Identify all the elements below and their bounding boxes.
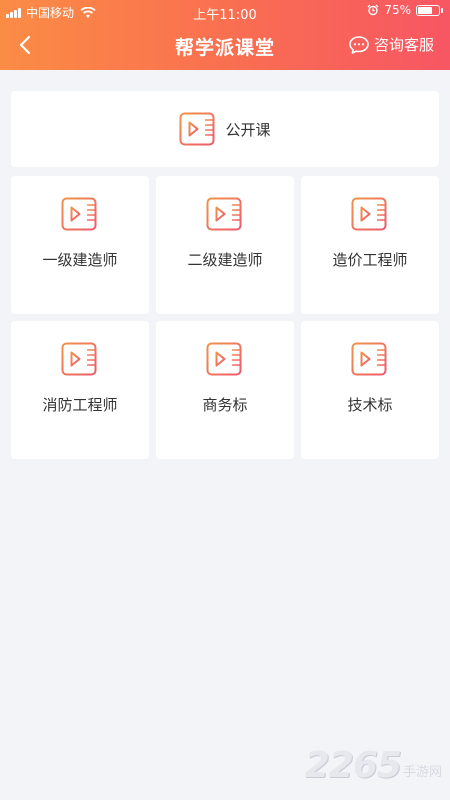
watermark: 2265 手游网 [305,745,442,786]
open-course-card[interactable]: 公开课 [11,91,439,167]
chat-bubble-icon [349,35,369,54]
watermark-number: 2265 [304,745,402,786]
course-card-fire-engineer[interactable]: 消防工程师 [11,321,149,459]
battery-icon [416,4,443,16]
video-play-icon [351,342,387,376]
course-label: 一级建造师 [42,251,118,269]
status-bar: 中国移动 上午11:00 75% [0,0,450,23]
course-label: 消防工程师 [42,396,118,414]
video-play-icon [351,197,387,231]
nav-bar: 帮学派课堂 咨询客服 [0,22,450,68]
video-play-icon [61,342,97,376]
course-card-level1-constructor[interactable]: 一级建造师 [11,176,149,314]
course-label: 技术标 [347,396,393,414]
customer-service-label: 咨询客服 [373,36,434,54]
course-label: 二级建造师 [187,251,263,269]
open-course-label: 公开课 [225,120,271,139]
course-card-cost-engineer[interactable]: 造价工程师 [301,176,439,314]
video-play-icon [206,342,242,376]
alarm-icon [367,4,379,16]
watermark-text: 手游网 [402,765,442,780]
video-play-icon [61,197,97,231]
customer-service-button[interactable]: 咨询客服 [348,34,434,55]
course-label: 造价工程师 [332,251,408,269]
battery-percent: 75% [384,3,411,17]
course-card-business-bid[interactable]: 商务标 [156,321,294,459]
video-play-icon [206,197,242,231]
app-header: 中国移动 上午11:00 75% 帮学派课堂 咨询客服 [0,0,450,70]
course-label: 商务标 [202,396,248,414]
course-card-technical-bid[interactable]: 技术标 [301,321,439,459]
video-play-icon [179,112,215,146]
course-card-level2-constructor[interactable]: 二级建造师 [156,176,294,314]
status-right: 75% [367,3,443,17]
